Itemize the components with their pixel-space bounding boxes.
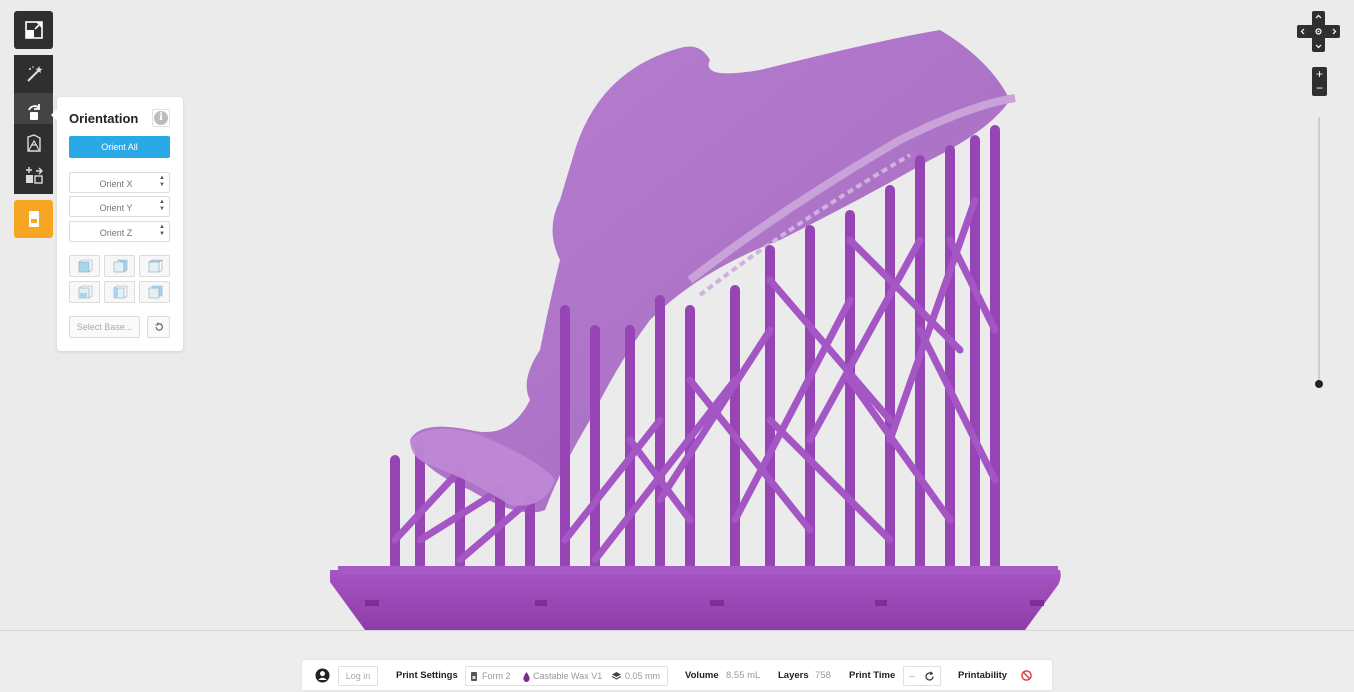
expand-icon xyxy=(24,21,43,39)
undo-icon xyxy=(154,322,163,331)
refresh-icon[interactable] xyxy=(924,671,935,682)
face-front-button[interactable] xyxy=(69,255,100,277)
orient-y-field[interactable]: ▲▼ xyxy=(69,196,170,218)
reset-orientation-button[interactable] xyxy=(147,316,170,338)
layers-label: Layers xyxy=(778,670,809,681)
scale-tool-button[interactable] xyxy=(14,11,53,49)
magic-tool-button[interactable] xyxy=(14,55,53,93)
stepper-down-icon[interactable]: ▼ xyxy=(158,231,166,238)
stepper-down-icon[interactable]: ▼ xyxy=(158,206,166,213)
layer-thickness-value: 0.05 mm xyxy=(625,671,661,681)
stepper-up-icon[interactable]: ▲ xyxy=(158,224,166,231)
user-account-icon[interactable] xyxy=(315,668,330,683)
resin-drop-icon xyxy=(523,672,530,682)
face-right-button[interactable] xyxy=(139,255,170,277)
select-base-button[interactable]: Select Base... xyxy=(69,316,140,338)
orient-x-field[interactable]: ▲▼ xyxy=(69,172,170,194)
camera-nav-pad[interactable] xyxy=(1297,11,1340,52)
layers-icon xyxy=(612,672,621,680)
orient-x-input[interactable] xyxy=(70,173,162,194)
printability-label: Printability xyxy=(958,670,1008,681)
model-base xyxy=(330,570,1061,630)
printability-tool-button[interactable] xyxy=(14,200,53,238)
face-top-button[interactable] xyxy=(104,281,135,303)
magic-wand-icon xyxy=(26,66,42,82)
info-icon: i xyxy=(154,111,168,125)
cube-bottom-icon xyxy=(148,285,162,299)
zoom-out-button[interactable]: − xyxy=(1312,81,1327,95)
cube-back-icon xyxy=(113,259,127,273)
orient-z-field[interactable]: ▲▼ xyxy=(69,221,170,243)
volume-label: Volume xyxy=(685,670,719,681)
face-back-button[interactable] xyxy=(104,255,135,277)
printer-icon xyxy=(28,211,39,227)
face-left-button[interactable] xyxy=(69,281,100,303)
print-settings-box[interactable]: Form 2 Castable Wax V1 0.05 mm xyxy=(465,666,668,686)
layout-icon xyxy=(25,167,43,184)
not-printable-icon[interactable] xyxy=(1021,670,1032,681)
login-button[interactable]: Log in xyxy=(338,666,378,686)
cube-right-icon xyxy=(147,259,163,273)
orient-all-button[interactable]: Orient All xyxy=(69,136,170,158)
orient-y-input[interactable] xyxy=(70,197,162,218)
stepper-up-icon[interactable]: ▲ xyxy=(158,175,166,182)
info-button[interactable]: i xyxy=(152,109,170,127)
cube-front-icon xyxy=(78,259,92,273)
cube-left-icon xyxy=(78,285,92,299)
model-render[interactable] xyxy=(0,0,1354,630)
printer-small-icon xyxy=(471,672,477,681)
orient-z-stepper[interactable]: ▲ ▼ xyxy=(158,224,166,239)
cube-top-icon xyxy=(113,285,127,299)
face-bottom-button[interactable] xyxy=(139,281,170,303)
status-bar: Log in Print Settings Form 2 Castable Wa… xyxy=(302,660,1052,690)
orientation-panel: Orientation i Orient All ▲▼ ▲▼ ▲▼ Select… xyxy=(51,97,183,351)
material-value: Castable Wax V1 xyxy=(533,671,603,681)
layer-slider-handle[interactable] xyxy=(1315,380,1323,388)
print-time-box: -- xyxy=(903,666,941,686)
stepper-down-icon[interactable]: ▼ xyxy=(158,182,166,189)
print-time-label: Print Time xyxy=(849,670,896,681)
rotate-icon xyxy=(27,104,40,120)
zoom-in-button[interactable]: + xyxy=(1312,67,1327,81)
print-settings-label: Print Settings xyxy=(396,670,458,681)
print-time-value: -- xyxy=(909,671,915,681)
tool-group xyxy=(14,55,53,194)
zoom-control: + − xyxy=(1312,67,1327,96)
stepper-up-icon[interactable]: ▲ xyxy=(158,199,166,206)
printer-value: Form 2 xyxy=(482,671,511,681)
volume-value: 8.55 mL xyxy=(726,670,761,681)
panel-title: Orientation xyxy=(69,111,139,126)
orient-z-input[interactable] xyxy=(70,222,162,243)
layers-value: 758 xyxy=(815,670,831,681)
orient-y-stepper[interactable]: ▲ ▼ xyxy=(158,199,166,214)
orient-x-stepper[interactable]: ▲ ▼ xyxy=(158,175,166,190)
layout-tool-button[interactable] xyxy=(14,156,53,194)
layer-slider-track[interactable] xyxy=(1318,117,1320,383)
supports-icon xyxy=(26,134,41,152)
